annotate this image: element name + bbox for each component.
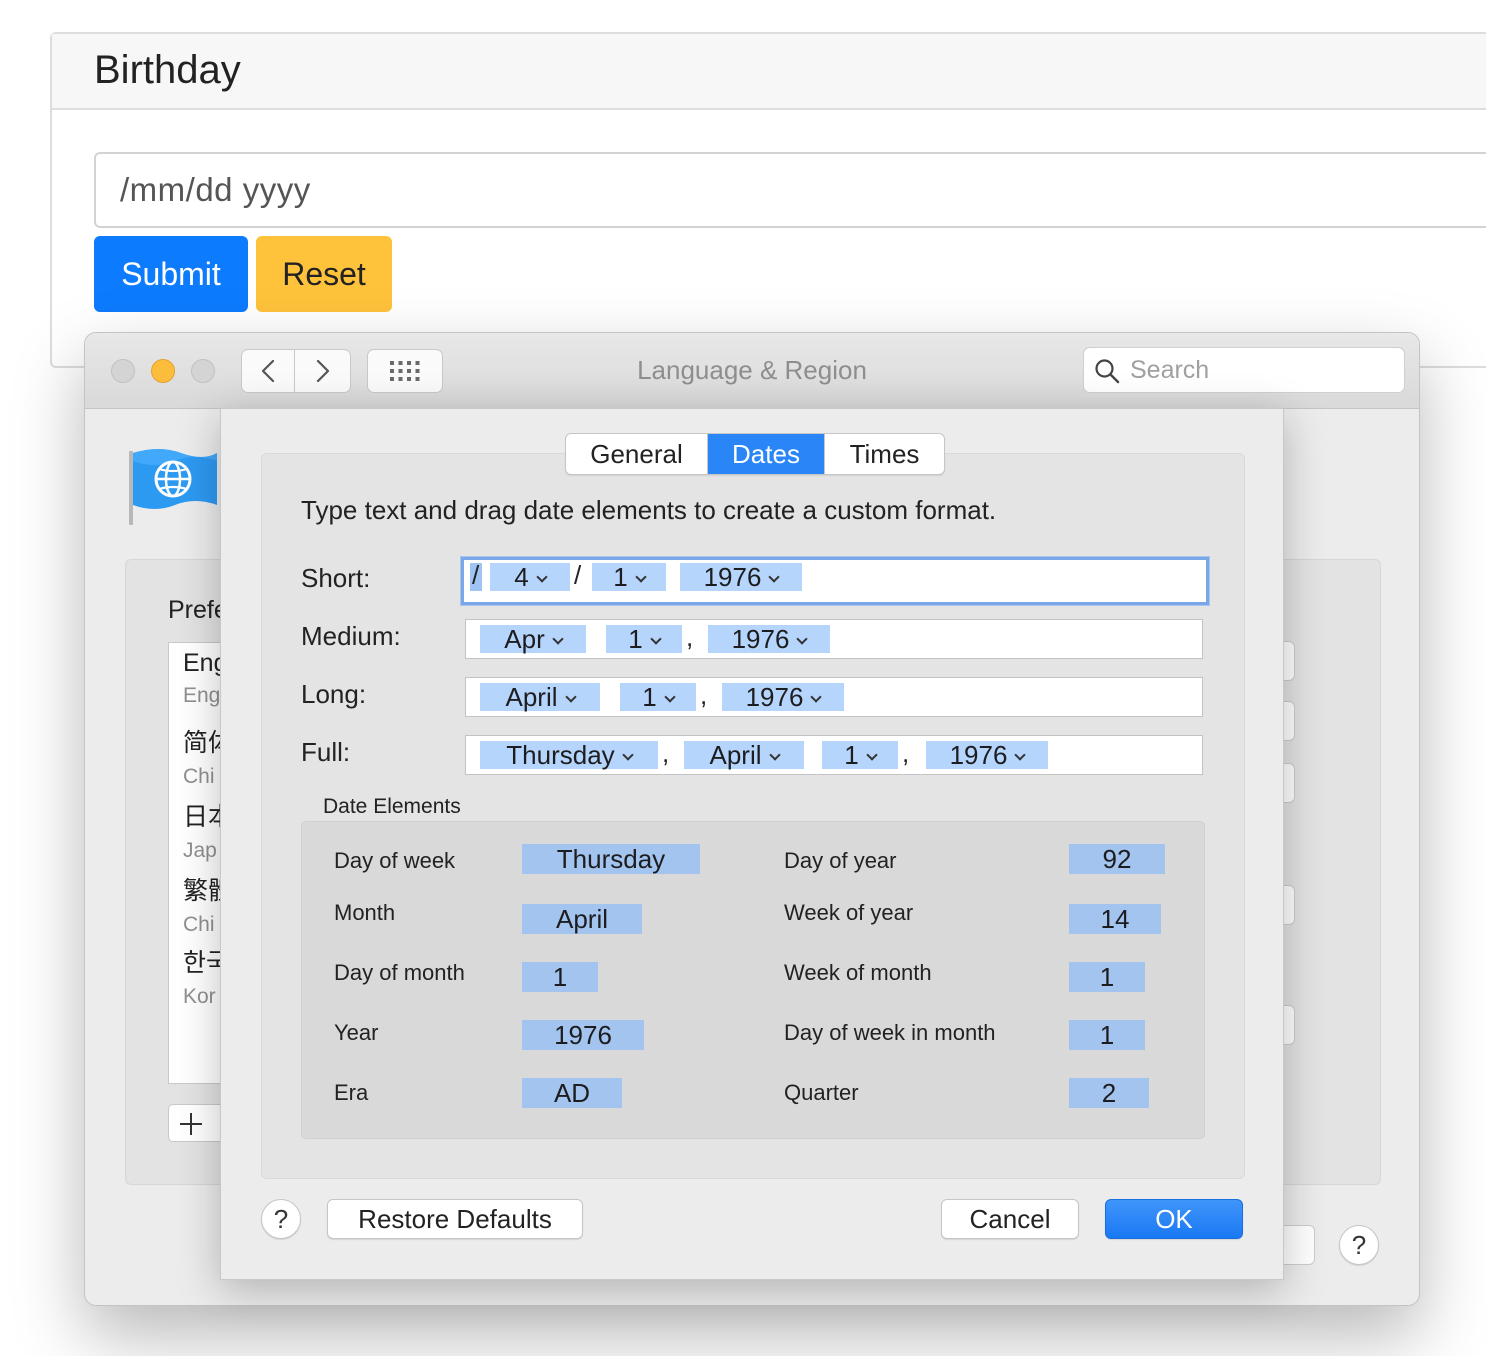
tab-dates[interactable]: Dates [708, 434, 824, 474]
long-day-token[interactable]: 1 [620, 683, 696, 711]
long-format-label: Long: [301, 679, 367, 709]
long-separator: , [700, 680, 708, 710]
long-year-token[interactable]: 1976 [722, 683, 844, 711]
medium-separator: , [686, 622, 694, 652]
long-format-field[interactable]: April 1 , 1976 [465, 677, 1203, 717]
element-chip-era[interactable]: AD [522, 1078, 622, 1108]
submit-button[interactable]: Submit [94, 236, 248, 312]
element-chip-day-of-month[interactable]: 1 [522, 962, 598, 992]
element-label-era: Era [334, 1080, 369, 1105]
element-label-week-of-year: Week of year [784, 900, 914, 925]
title-bar: Language & Region Search [85, 333, 1419, 409]
element-label-week-of-month: Week of month [784, 960, 932, 985]
chevron-down-icon [1014, 749, 1027, 761]
element-label-day-of-week-in-month: Day of week in month [784, 1020, 996, 1045]
restore-defaults-button[interactable]: Restore Defaults [327, 1199, 583, 1239]
element-label-day-of-month: Day of month [334, 960, 465, 985]
chevron-down-icon [622, 749, 634, 761]
full-day-token[interactable]: 1 [822, 741, 898, 769]
short-day-token[interactable]: 1 [592, 563, 666, 591]
card-header: Birthday [52, 34, 1486, 110]
chevron-down-icon [768, 571, 781, 583]
date-elements-title: Date Elements [323, 795, 461, 818]
ok-button[interactable]: OK [1105, 1199, 1243, 1239]
element-label-day-of-week: Day of week [334, 848, 456, 873]
element-label-year: Year [334, 1020, 379, 1045]
short-separator-2: / [574, 560, 582, 590]
element-chip-week-of-year[interactable]: 14 [1069, 904, 1161, 934]
medium-year-token[interactable]: 1976 [708, 625, 830, 653]
tab-bar: General Dates Times [565, 433, 945, 475]
preferred-languages-label: Prefe [168, 596, 228, 624]
advanced-button[interactable] [1281, 1225, 1315, 1265]
chevron-down-icon [866, 749, 878, 761]
element-chip-week-of-month[interactable]: 1 [1069, 962, 1145, 992]
full-weekday-token[interactable]: Thursday [480, 741, 658, 769]
full-separator-2: , [902, 738, 910, 768]
chevron-down-icon [650, 633, 662, 645]
full-year-token[interactable]: 1976 [926, 741, 1048, 769]
element-label-quarter: Quarter [784, 1080, 859, 1105]
instruction-text: Type text and drag date elements to crea… [301, 495, 997, 525]
element-chip-quarter[interactable]: 2 [1069, 1078, 1149, 1108]
date-elements-panel: Day of week Thursday Month April Day of … [301, 821, 1205, 1139]
long-month-token[interactable]: April [480, 683, 600, 711]
chevron-down-icon [564, 691, 577, 703]
reset-button[interactable]: Reset [256, 236, 392, 312]
tab-times[interactable]: Times [824, 434, 944, 474]
plus-icon [180, 1113, 202, 1135]
full-format-label: Full: [301, 737, 351, 767]
element-chip-day-of-week[interactable]: Thursday [522, 844, 700, 874]
card-title: Birthday [94, 48, 241, 92]
element-chip-day-of-year[interactable]: 92 [1069, 844, 1165, 874]
full-separator-1: , [662, 738, 670, 768]
birthday-date-input[interactable]: /mm/dd yyyy [94, 152, 1486, 228]
medium-format-label: Medium: [301, 621, 401, 651]
chevron-down-icon [796, 633, 809, 645]
chevron-down-icon [810, 691, 823, 703]
chevron-down-icon [536, 571, 548, 583]
sheet-help-button[interactable]: ? [261, 1199, 301, 1239]
short-format-field[interactable]: / 4 / 1 1976 [461, 557, 1209, 605]
short-year-token[interactable]: 1976 [680, 563, 802, 591]
short-month-token[interactable]: 4 [490, 563, 570, 591]
medium-month-token[interactable]: Apr [480, 625, 586, 653]
search-placeholder: Search [1130, 356, 1210, 384]
element-label-day-of-year: Day of year [784, 848, 897, 873]
full-format-field[interactable]: Thursday , April 1 , 1976 [465, 735, 1203, 775]
chevron-down-icon [635, 571, 647, 583]
chevron-down-icon [552, 633, 564, 645]
search-field[interactable]: Search [1083, 347, 1405, 393]
search-icon [1095, 359, 1120, 384]
add-language-button[interactable] [168, 1104, 228, 1142]
help-button[interactable]: ? [1339, 1225, 1379, 1265]
chevron-down-icon [664, 691, 676, 703]
element-chip-day-of-week-in-month[interactable]: 1 [1069, 1020, 1145, 1050]
birthday-card: Birthday /mm/dd yyyy Submit Reset [50, 32, 1486, 368]
language-flag-icon [129, 449, 217, 525]
element-label-month: Month [334, 900, 396, 925]
short-separator-1: / [472, 560, 480, 590]
cancel-button[interactable]: Cancel [941, 1199, 1079, 1239]
chevron-down-icon [768, 749, 781, 761]
element-chip-month[interactable]: April [522, 904, 642, 934]
full-month-token[interactable]: April [684, 741, 804, 769]
medium-format-field[interactable]: Apr 1 , 1976 [465, 619, 1203, 659]
short-format-label: Short: [301, 563, 371, 593]
element-chip-year[interactable]: 1976 [522, 1020, 644, 1050]
tab-general[interactable]: General [566, 434, 708, 474]
advanced-sheet: General Dates Times Type text and drag d… [220, 408, 1284, 1280]
medium-day-token[interactable]: 1 [606, 625, 682, 653]
